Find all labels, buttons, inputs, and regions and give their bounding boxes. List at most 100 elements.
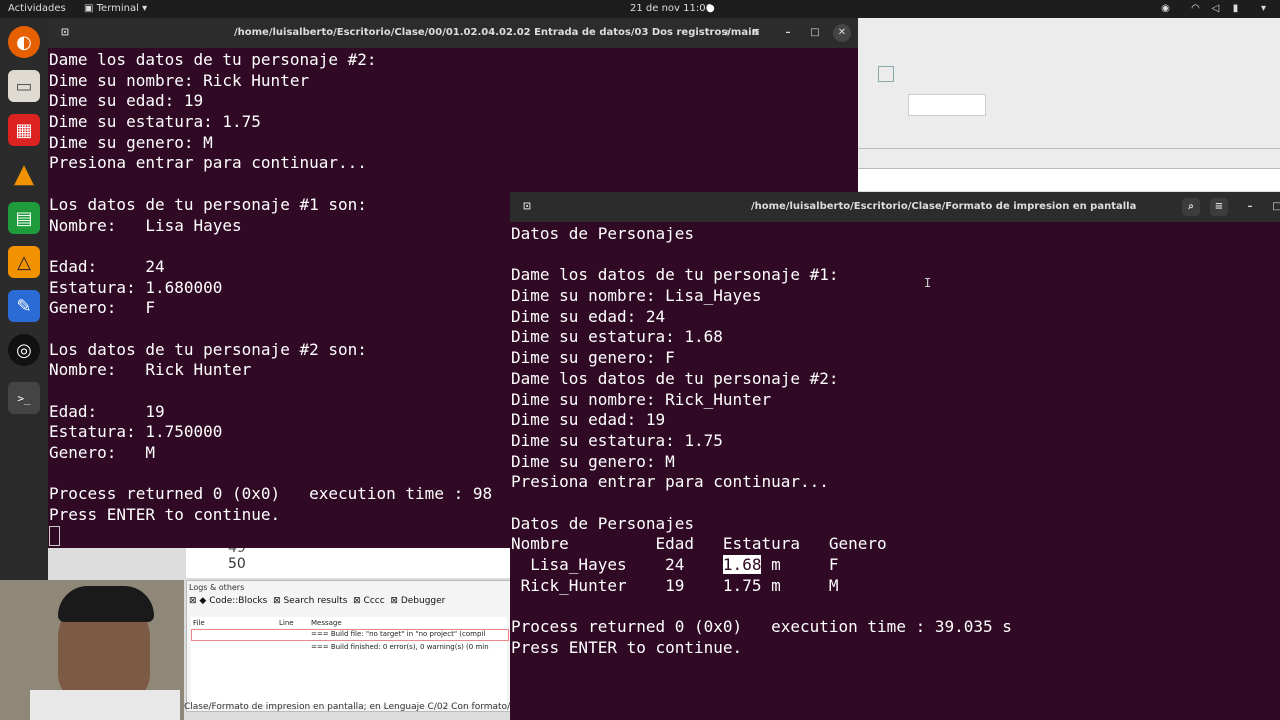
- terminal-line: Process returned 0 (0x0) execution time …: [511, 617, 1012, 637]
- chrome-icon[interactable]: ◉: [1160, 3, 1171, 14]
- terminal-line: Presiona entrar para continuar...: [49, 153, 367, 173]
- files-icon[interactable]: ▭: [8, 70, 40, 102]
- battery-icon[interactable]: ▮: [1230, 3, 1241, 14]
- logs-title: Logs & others: [189, 583, 245, 592]
- terminal-1-title: /home/luisalberto/Escritorio/Clase/00/01…: [234, 27, 759, 38]
- terminal-window-2[interactable]: ⊡ /home/luisalberto/Escritorio/Clase/For…: [510, 192, 1280, 720]
- terminal-line: Press ENTER to continue.: [49, 505, 281, 525]
- tab-codeblocks[interactable]: ⊠ ◆ Code::Blocks: [189, 596, 267, 606]
- terminal-line: Presiona entrar para continuar...: [511, 472, 829, 492]
- minimize-icon[interactable]: –: [779, 24, 797, 42]
- terminal-line: Edad: 19: [49, 401, 165, 421]
- terminal-line: Datos de Personajes: [511, 224, 695, 243]
- terminal-line: Dime su estatura: 1.68: [511, 327, 723, 347]
- app-grid-icon[interactable]: ▦: [8, 114, 40, 146]
- maximize-icon[interactable]: □: [806, 24, 824, 42]
- terminal-2-output: Datos de Personajes Dame los datos de tu …: [511, 224, 1012, 658]
- terminal-line: Dame los datos de tu personaje #2:: [511, 368, 839, 388]
- terminal-line: Dime su genero: F: [511, 348, 675, 368]
- search-icon[interactable]: ⌕: [719, 24, 737, 42]
- minimize-icon[interactable]: –: [1241, 198, 1259, 216]
- vlc-icon[interactable]: ▲: [8, 158, 40, 190]
- menu-icon[interactable]: ≡: [1210, 198, 1228, 216]
- log-message: === Build finished: 0 error(s), 0 warnin…: [311, 643, 489, 651]
- activities-button[interactable]: Actividades: [8, 3, 66, 14]
- terminal-line: Dime su edad: 24: [511, 306, 666, 326]
- col-message: Message: [311, 619, 342, 627]
- status-bar: Clase/Formato de impresion en pantalla; …: [184, 702, 514, 712]
- terminal-line: Los datos de tu personaje #2 son:: [49, 339, 367, 359]
- text-cursor-icon: I: [924, 276, 932, 290]
- toolbar-icon[interactable]: [878, 66, 894, 82]
- terminal-1-titlebar[interactable]: ⊡ /home/luisalberto/Escritorio/Clase/00/…: [48, 18, 858, 48]
- terminal-icon[interactable]: >_: [8, 382, 40, 414]
- new-tab-icon[interactable]: ⊡: [56, 24, 74, 42]
- terminal-line: Nombre Edad Estatura Genero: [511, 534, 887, 554]
- volume-icon[interactable]: ◁: [1210, 3, 1221, 14]
- terminal-line: Dime su genero: M: [49, 132, 213, 152]
- editor-margin: 49 50: [186, 540, 510, 578]
- terminal-line: Nombre: Rick Hunter: [49, 360, 252, 380]
- tab-debugger[interactable]: ⊠ Debugger: [390, 596, 445, 606]
- terminal-line: Dime su edad: 19: [49, 91, 204, 111]
- terminal-line: Dime su estatura: 1.75: [511, 430, 723, 450]
- spreadsheet-icon[interactable]: ▤: [8, 202, 40, 234]
- logs-panel: Logs & others ⊠ ◆ Code::Blocks ⊠ Search …: [186, 580, 512, 712]
- terminal-line: Estatura: 1.750000: [49, 422, 223, 442]
- col-file: File: [193, 619, 205, 627]
- table-row: Rick_Hunter 19 1.75 m M: [511, 575, 839, 595]
- terminal-line: Genero: F: [49, 298, 155, 318]
- terminal-line: Nombre: Lisa Hayes: [49, 215, 242, 235]
- terminal-line: Dime su edad: 19: [511, 410, 666, 430]
- inkscape-icon[interactable]: △: [8, 246, 40, 278]
- terminal-line: Press ENTER to continue.: [511, 637, 743, 657]
- terminal-line: Estatura: 1.680000: [49, 277, 223, 297]
- ide-toolbar-area: [858, 18, 1280, 191]
- terminal-line: Los datos de tu personaje #1 son:: [49, 194, 367, 214]
- col-line: Line: [279, 619, 294, 627]
- table-row: Lisa_Hayes 24 1.68 m F: [511, 555, 839, 574]
- new-tab-icon[interactable]: ⊡: [518, 198, 536, 216]
- power-menu-icon[interactable]: ▾: [1258, 3, 1269, 14]
- terminal-line: Dame los datos de tu personaje #1:: [511, 265, 839, 285]
- selected-text[interactable]: 1.68: [722, 555, 762, 574]
- terminal-line: Dime su estatura: 1.75: [49, 112, 261, 132]
- search-icon[interactable]: ⌕: [1182, 198, 1200, 216]
- recording-dot-icon: ●: [706, 3, 715, 14]
- close-icon[interactable]: ✕: [833, 24, 851, 42]
- obs-icon[interactable]: ◎: [8, 334, 40, 366]
- terminal-2-title: /home/luisalberto/Escritorio/Clase/Forma…: [751, 201, 1137, 212]
- line-number: 50: [228, 556, 246, 572]
- terminal-line: Datos de Personajes: [511, 513, 695, 533]
- terminal-app-menu[interactable]: ▣ Terminal ▾: [84, 3, 147, 14]
- terminal-line: Dime su nombre: Rick_Hunter: [511, 389, 772, 409]
- wifi-icon[interactable]: ◠: [1190, 3, 1201, 14]
- tab-cccc[interactable]: ⊠ Cccc: [353, 596, 385, 606]
- terminal-cursor: [49, 526, 60, 546]
- clock[interactable]: 21 de nov 11:06: [630, 3, 712, 14]
- terminal-line: Dame los datos de tu personaje #2:: [49, 50, 377, 69]
- text-editor-icon[interactable]: ✎: [8, 290, 40, 322]
- terminal-2-titlebar[interactable]: ⊡ /home/luisalberto/Escritorio/Clase/For…: [510, 192, 1280, 222]
- tab-search-results[interactable]: ⊠ Search results: [273, 596, 347, 606]
- log-message: === Build file: "no target" in "no proje…: [311, 630, 486, 638]
- toolbar-combo[interactable]: [908, 94, 986, 116]
- terminal-line: Edad: 24: [49, 256, 165, 276]
- menu-icon[interactable]: ≡: [747, 24, 765, 42]
- terminal-1-output: Dame los datos de tu personaje #2: Dime s…: [49, 50, 492, 526]
- webcam-video: [0, 580, 184, 720]
- maximize-icon[interactable]: □: [1268, 198, 1280, 216]
- app-menu-label: Terminal: [96, 3, 139, 14]
- terminal-line: Genero: M: [49, 443, 155, 463]
- firefox-icon[interactable]: ◐: [8, 26, 40, 58]
- terminal-line: Process returned 0 (0x0) execution time …: [49, 484, 493, 504]
- terminal-line: Dime su nombre: Rick Hunter: [49, 70, 310, 90]
